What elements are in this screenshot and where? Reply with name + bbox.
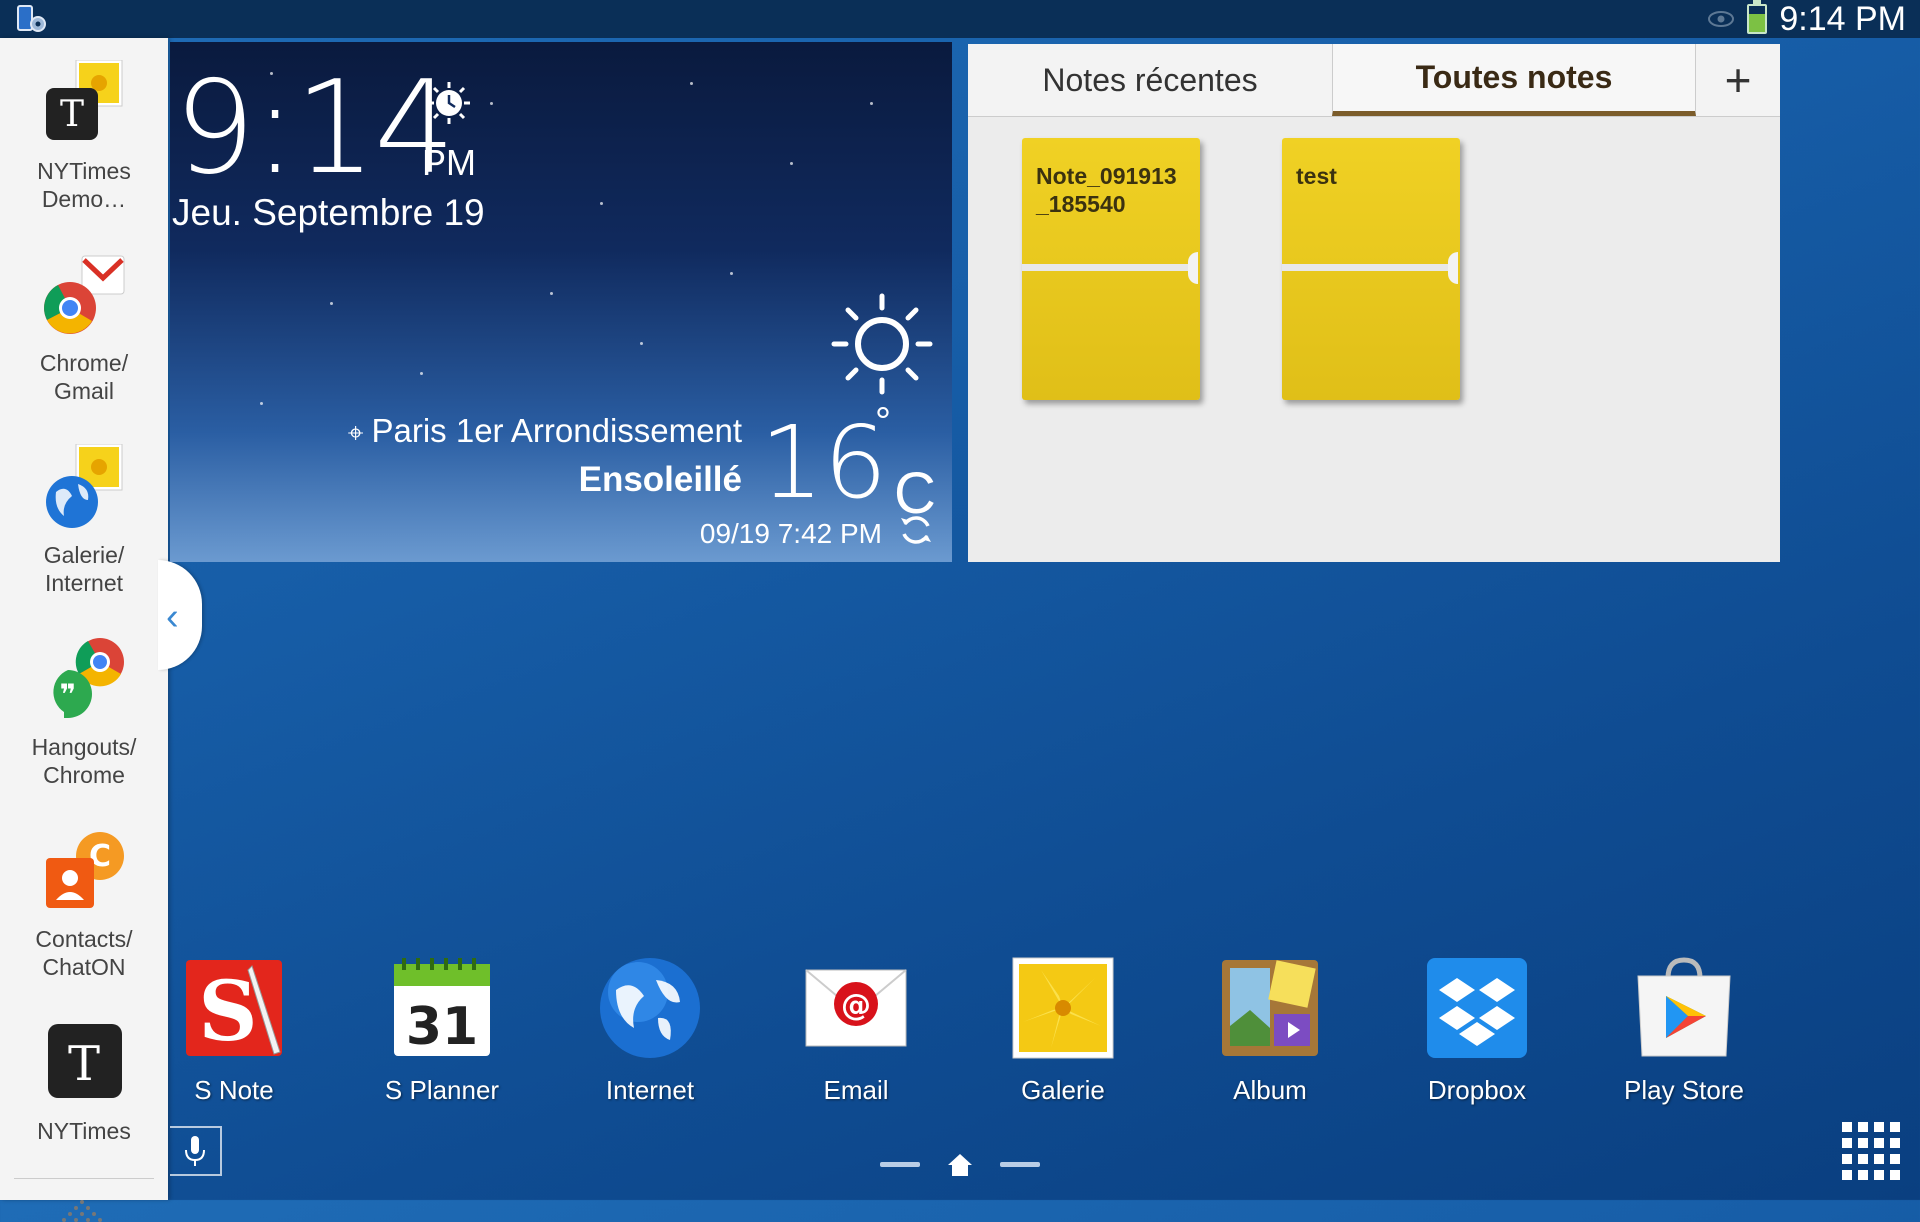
weather-condition: Ensoleillé	[578, 460, 742, 499]
dropbox-icon	[1427, 958, 1527, 1058]
location-text: Paris 1er Arrondissement	[371, 412, 743, 449]
hangouts-chrome-pair-icon: ❞	[53, 638, 124, 718]
location-pin-icon: ⌖	[347, 417, 364, 448]
tray-label: Contacts/	[35, 926, 133, 952]
note-thumbnail[interactable]: Note_091913 _185540	[1022, 138, 1200, 400]
sun-weather-icon	[831, 293, 933, 395]
settings-tablet-icon[interactable]	[14, 4, 48, 34]
multi-window-tray: T NYTimes Demo… Chrome/Gmail Galerie/Inte…	[0, 38, 168, 1222]
tray-item-nytimes-demo[interactable]: T NYTimes Demo…	[0, 59, 168, 213]
email-icon: @	[805, 969, 907, 1047]
alarm-icon[interactable]	[426, 80, 472, 126]
weather-location[interactable]: ⌖ Paris 1er Arrondissement	[348, 412, 742, 450]
note-thumbnail[interactable]: test	[1282, 138, 1460, 400]
plus-icon: +	[1724, 54, 1752, 106]
note-title: Note_091913 _185540	[1036, 163, 1177, 217]
app-label: Dropbox	[1427, 1075, 1527, 1105]
app-internet[interactable]: Internet	[560, 956, 740, 1106]
tray-item-galerie-internet[interactable]: Galerie/Internet	[0, 443, 168, 597]
battery-icon	[1747, 0, 1768, 34]
svg-text:@: @	[841, 988, 871, 1023]
microphone-icon	[185, 1136, 205, 1166]
app-label: S Planner	[384, 1075, 500, 1105]
app-label: Galerie	[1021, 1075, 1105, 1105]
refresh-icon[interactable]	[898, 512, 934, 548]
smart-stay-eye-icon	[1708, 11, 1735, 27]
note-title: test	[1296, 163, 1337, 189]
clock-weather-widget[interactable]: 9:14 PM Jeu. Septembre 19 ⌖ Paris 1er Arr…	[170, 42, 952, 562]
gallery-icon	[1012, 957, 1114, 1059]
app-label: Play Store	[1624, 1075, 1744, 1105]
chevron-left-icon: ‹	[166, 596, 179, 638]
album-icon	[1222, 960, 1318, 1056]
nytimes-icon: T	[48, 1024, 122, 1098]
contacts-chaton-pair-icon: C	[46, 832, 124, 908]
tray-label: NYTimes	[37, 1118, 131, 1144]
weather-temperature: 16	[760, 404, 888, 521]
page-indicator[interactable]	[878, 1148, 1042, 1182]
tray-item-nytimes[interactable]: T NYTimes	[0, 1020, 168, 1145]
app-play-store[interactable]: Play Store	[1594, 956, 1774, 1106]
tray-edit-dots-icon[interactable]	[62, 1198, 102, 1222]
tab-all-notes[interactable]: Toutes notes	[1332, 44, 1696, 116]
tray-item-chrome-gmail[interactable]: Chrome/Gmail	[0, 252, 168, 405]
gallery-internet-pair-icon	[46, 443, 123, 528]
app-s-note[interactable]: S S Note	[144, 956, 324, 1106]
tray-label: Demo…	[41, 186, 127, 212]
tray-label: Galerie/	[43, 542, 125, 568]
svg-text:T: T	[60, 94, 84, 135]
home-icon	[948, 1154, 972, 1176]
s-planner-icon: 31	[394, 958, 490, 1057]
svg-text:S: S	[198, 964, 257, 1060]
app-label: Album	[1233, 1075, 1307, 1105]
tray-label: NYTimes	[37, 158, 131, 184]
weather-updated-time: 09/19 7:42 PM	[699, 518, 882, 549]
tray-divider	[14, 1178, 154, 1179]
tab-recent-notes[interactable]: Notes récentes	[968, 44, 1332, 116]
s-note-icon: S	[186, 960, 282, 1060]
app-album[interactable]: Album	[1180, 956, 1360, 1106]
tray-collapse-handle[interactable]: ‹	[158, 560, 202, 670]
app-label: Internet	[605, 1075, 695, 1105]
weather-degree: °	[875, 400, 891, 444]
app-label: Email	[823, 1075, 889, 1105]
app-email[interactable]: @ Email	[766, 956, 946, 1106]
internet-globe-icon	[600, 958, 700, 1058]
clock-ampm: PM	[422, 142, 476, 183]
notes-tabs: Notes récentes Toutes notes +	[968, 44, 1780, 117]
planner-day: 31	[406, 997, 478, 1057]
s-note-widget: Notes récentes Toutes notes + Note_09191…	[968, 44, 1780, 562]
status-bar: 9:14 PM	[0, 0, 1920, 38]
voice-search-button[interactable]	[170, 1126, 222, 1176]
app-label: S Note	[194, 1075, 274, 1105]
apps-grid-icon[interactable]	[1842, 1122, 1900, 1180]
tray-label: ChatON	[42, 954, 126, 980]
status-clock: 9:14 PM	[1779, 0, 1906, 38]
tray-item-contacts-chaton[interactable]: C Contacts/ChatON	[0, 828, 168, 981]
svg-text:T: T	[68, 1036, 100, 1092]
nytimes-gallery-pair-icon: T	[46, 59, 123, 140]
tray-label: Internet	[45, 570, 123, 596]
tray-item-hangouts-chrome[interactable]: ❞ Hangouts/Chrome	[0, 636, 168, 789]
clock-time: 9:14	[174, 54, 455, 203]
svg-text:❞: ❞	[60, 678, 76, 711]
app-dropbox[interactable]: Dropbox	[1387, 956, 1567, 1106]
tray-label: Chrome	[43, 762, 125, 788]
chrome-gmail-pair-icon	[44, 255, 125, 334]
add-note-button[interactable]: +	[1696, 44, 1780, 116]
clock-date: Jeu. Septembre 19	[172, 192, 485, 233]
app-galerie[interactable]: Galerie	[973, 956, 1153, 1106]
tray-label: Hangouts/	[31, 734, 137, 760]
play-store-icon	[1637, 957, 1731, 1057]
tray-label: Gmail	[53, 378, 115, 404]
app-s-planner[interactable]: 31 S Planner	[352, 956, 532, 1106]
tray-label: Chrome/	[39, 350, 129, 376]
